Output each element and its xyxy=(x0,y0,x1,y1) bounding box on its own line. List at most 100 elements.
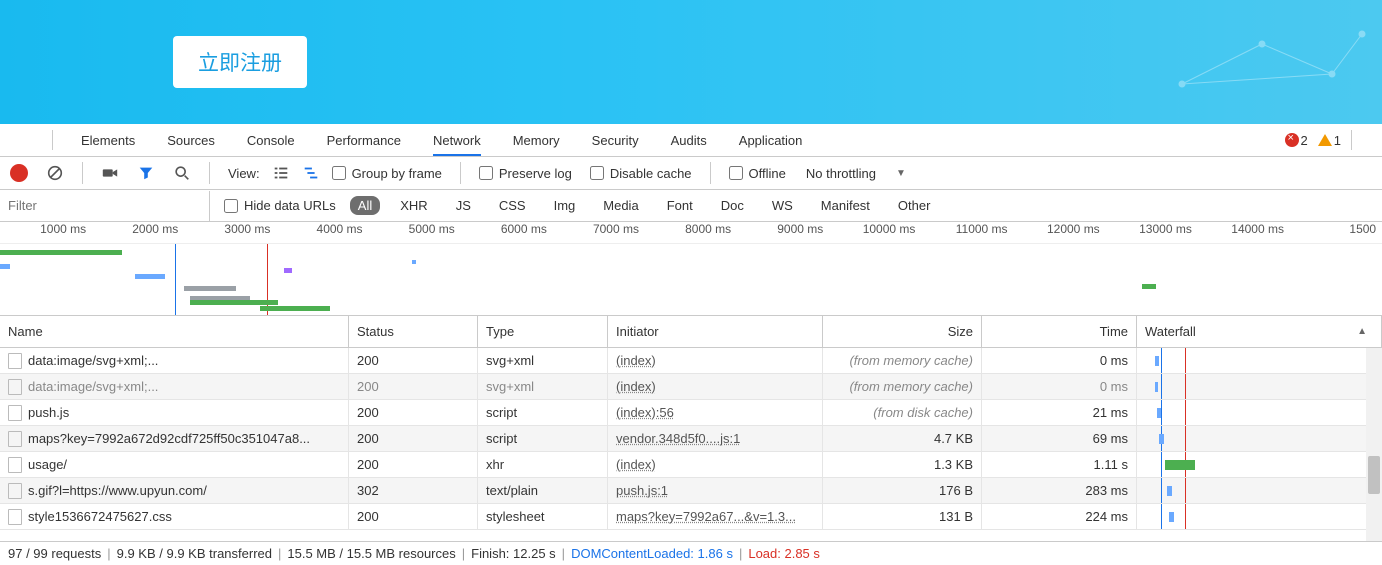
tab-elements[interactable]: Elements xyxy=(81,125,135,156)
chip-font[interactable]: Font xyxy=(659,196,701,215)
view-waterfall-icon[interactable] xyxy=(302,164,320,182)
tab-network[interactable]: Network xyxy=(433,125,481,156)
group-by-frame-label: Group by frame xyxy=(352,166,442,181)
hide-data-urls-toggle[interactable]: Hide data URLs xyxy=(224,198,336,213)
filter-input[interactable] xyxy=(0,191,210,221)
col-status[interactable]: Status xyxy=(349,316,478,347)
scrollbar-thumb[interactable] xyxy=(1368,456,1380,494)
table-row[interactable]: usage/200xhr(index)1.3 KB1.11 s xyxy=(0,452,1382,478)
devtools-tabs-bar: Elements Sources Console Performance Network… xyxy=(0,124,1382,157)
overview-tick: 1500 xyxy=(1290,222,1382,243)
overview-tick: 4000 ms xyxy=(276,222,368,243)
chip-css[interactable]: CSS xyxy=(491,196,534,215)
cell-time: 1.11 s xyxy=(982,452,1137,477)
cell-initiator[interactable]: vendor.348d5f0....js:1 xyxy=(608,426,823,451)
chip-all[interactable]: All xyxy=(350,196,380,215)
overview-bars xyxy=(0,244,1382,315)
cell-initiator[interactable]: (index) xyxy=(608,374,823,399)
col-initiator[interactable]: Initiator xyxy=(608,316,823,347)
view-label: View: xyxy=(228,166,260,181)
tab-application[interactable]: Application xyxy=(739,125,803,156)
col-waterfall[interactable]: Waterfall▲ xyxy=(1137,316,1382,347)
table-row[interactable]: s.gif?l=https://www.upyun.com/302text/pl… xyxy=(0,478,1382,504)
cell-initiator[interactable]: (index):56 xyxy=(608,400,823,425)
cell-initiator[interactable]: maps?key=7992a67...&v=1.3... xyxy=(608,504,823,529)
chip-doc[interactable]: Doc xyxy=(713,196,752,215)
table-row[interactable]: style1536672475627.css200stylesheetmaps?… xyxy=(0,504,1382,530)
chip-other[interactable]: Other xyxy=(890,196,939,215)
overview-tick: 12000 ms xyxy=(1014,222,1106,243)
cell-waterfall xyxy=(1137,478,1382,503)
search-icon[interactable] xyxy=(173,164,191,182)
chip-img[interactable]: Img xyxy=(546,196,584,215)
overview-tick: 8000 ms xyxy=(645,222,737,243)
cell-name: push.js xyxy=(28,405,69,420)
hide-data-urls-label: Hide data URLs xyxy=(244,198,336,213)
errors-count: 2 xyxy=(1301,133,1308,148)
table-row[interactable]: data:image/svg+xml;...200svg+xml(index)(… xyxy=(0,348,1382,374)
cell-time: 69 ms xyxy=(982,426,1137,451)
file-icon xyxy=(8,457,22,473)
table-row[interactable]: maps?key=7992a672d92cdf725ff50c351047a8.… xyxy=(0,426,1382,452)
tab-audits[interactable]: Audits xyxy=(671,125,707,156)
tab-sources[interactable]: Sources xyxy=(167,125,215,156)
group-by-frame-toggle[interactable]: Group by frame xyxy=(332,166,442,181)
devtools-panel: Elements Sources Console Performance Network… xyxy=(0,124,1382,565)
cell-size: (from memory cache) xyxy=(823,348,982,373)
status-load: Load: 2.85 s xyxy=(748,546,820,561)
chip-media[interactable]: Media xyxy=(595,196,646,215)
table-row[interactable]: push.js200script(index):56(from disk cac… xyxy=(0,400,1382,426)
warnings-badge[interactable]: 1 xyxy=(1318,133,1341,148)
cell-type: script xyxy=(478,400,608,425)
overview-tick: 13000 ms xyxy=(1106,222,1198,243)
filter-icon[interactable] xyxy=(137,164,155,182)
cell-initiator[interactable]: push.js:1 xyxy=(608,478,823,503)
errors-badge[interactable]: 2 xyxy=(1285,133,1308,148)
tab-performance[interactable]: Performance xyxy=(327,125,401,156)
cell-type: svg+xml xyxy=(478,374,608,399)
overview-tick: 2000 ms xyxy=(92,222,184,243)
file-icon xyxy=(8,509,22,525)
scrollbar[interactable] xyxy=(1366,348,1382,541)
view-list-icon[interactable] xyxy=(272,164,290,182)
throttling-select[interactable]: No throttling xyxy=(806,166,876,181)
chip-xhr[interactable]: XHR xyxy=(392,196,435,215)
signup-button[interactable]: 立即注册 xyxy=(173,36,307,88)
preserve-log-toggle[interactable]: Preserve log xyxy=(479,166,572,181)
preserve-log-label: Preserve log xyxy=(499,166,572,181)
tab-security[interactable]: Security xyxy=(592,125,639,156)
col-time[interactable]: Time xyxy=(982,316,1137,347)
col-name[interactable]: Name xyxy=(0,316,349,347)
timeline-overview[interactable]: 1000 ms2000 ms3000 ms4000 ms5000 ms6000 … xyxy=(0,222,1382,316)
record-button[interactable] xyxy=(10,164,28,182)
cell-status: 200 xyxy=(349,426,478,451)
chip-ws[interactable]: WS xyxy=(764,196,801,215)
overview-tick: 10000 ms xyxy=(829,222,921,243)
throttling-value: No throttling xyxy=(806,166,876,181)
status-dcl: DOMContentLoaded: 1.86 s xyxy=(571,546,733,561)
cell-size: 1.3 KB xyxy=(823,452,982,477)
chip-manifest[interactable]: Manifest xyxy=(813,196,878,215)
cell-size: 4.7 KB xyxy=(823,426,982,451)
file-icon xyxy=(8,405,22,421)
col-size[interactable]: Size xyxy=(823,316,982,347)
disable-cache-toggle[interactable]: Disable cache xyxy=(590,166,692,181)
panel-tabs: Elements Sources Console Performance Network… xyxy=(81,125,802,156)
chip-js[interactable]: JS xyxy=(448,196,479,215)
cell-status: 200 xyxy=(349,348,478,373)
offline-toggle[interactable]: Offline xyxy=(729,166,786,181)
cell-initiator[interactable]: (index) xyxy=(608,452,823,477)
file-icon xyxy=(8,379,22,395)
grid-header: Name Status Type Initiator Size Time Wat… xyxy=(0,316,1382,348)
cell-waterfall xyxy=(1137,504,1382,529)
clear-icon[interactable] xyxy=(46,164,64,182)
cell-type: text/plain xyxy=(478,478,608,503)
tab-memory[interactable]: Memory xyxy=(513,125,560,156)
cell-initiator[interactable]: (index) xyxy=(608,348,823,373)
tab-console[interactable]: Console xyxy=(247,125,295,156)
cell-waterfall xyxy=(1137,452,1382,477)
status-requests: 97 / 99 requests xyxy=(8,546,101,561)
table-row[interactable]: data:image/svg+xml;...200svg+xml(index)(… xyxy=(0,374,1382,400)
col-type[interactable]: Type xyxy=(478,316,608,347)
camera-icon[interactable] xyxy=(101,164,119,182)
